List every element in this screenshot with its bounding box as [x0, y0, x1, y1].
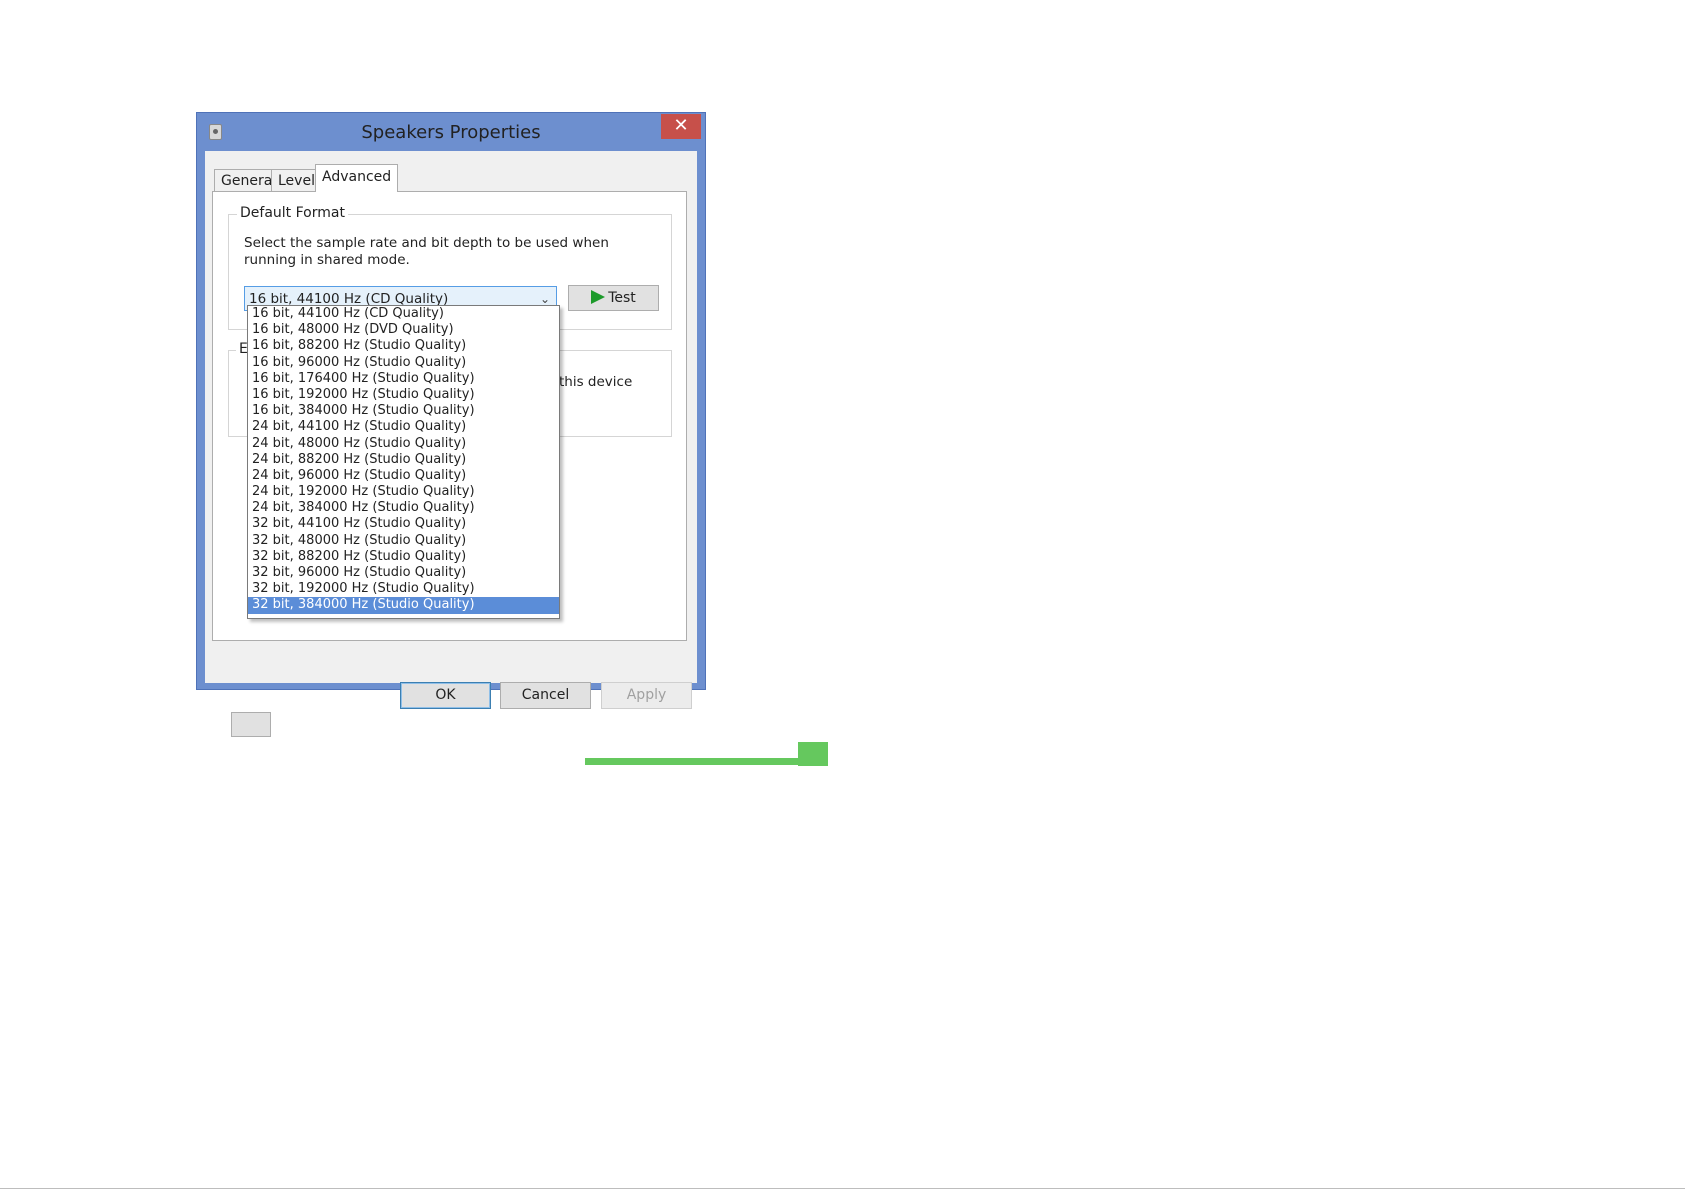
tab-advanced[interactable]: Advanced [315, 164, 399, 192]
exclusive-mode-text: this device [559, 374, 633, 390]
dropdown-option[interactable]: 32 bit, 192000 Hz (Studio Quality) [248, 581, 559, 597]
dropdown-option[interactable]: 16 bit, 48000 Hz (DVD Quality) [248, 322, 559, 338]
dropdown-option[interactable]: 24 bit, 192000 Hz (Studio Quality) [248, 484, 559, 500]
dropdown-option[interactable]: 24 bit, 384000 Hz (Studio Quality) [248, 500, 559, 516]
chevron-down-icon: ⌄ [539, 292, 550, 306]
default-format-label: Default Format [237, 205, 348, 221]
dropdown-option[interactable]: 16 bit, 96000 Hz (Studio Quality) [248, 355, 559, 371]
dropdown-option[interactable]: 32 bit, 88200 Hz (Studio Quality) [248, 549, 559, 565]
dropdown-option[interactable]: 16 bit, 384000 Hz (Studio Quality) [248, 403, 559, 419]
window-title: Speakers Properties [361, 122, 541, 143]
apply-button[interactable]: Apply [601, 682, 692, 709]
dropdown-option[interactable]: 32 bit, 96000 Hz (Studio Quality) [248, 565, 559, 581]
dropdown-option[interactable]: 16 bit, 176400 Hz (Studio Quality) [248, 371, 559, 387]
sample-rate-dropdown-list[interactable]: 16 bit, 44100 Hz (CD Quality) 16 bit, 480… [247, 305, 560, 619]
close-icon: ✕ [673, 115, 689, 136]
divider [0, 1188, 1685, 1189]
dropdown-option[interactable]: 24 bit, 88200 Hz (Studio Quality) [248, 452, 559, 468]
cancel-button[interactable]: Cancel [500, 682, 591, 709]
play-icon [591, 290, 606, 304]
dropdown-option[interactable]: 16 bit, 192000 Hz (Studio Quality) [248, 387, 559, 403]
progress-bar [585, 758, 828, 765]
test-button-label: Test [608, 290, 636, 306]
test-button[interactable]: Test [568, 285, 659, 311]
restore-defaults-button[interactable] [231, 712, 271, 737]
dropdown-option[interactable]: 16 bit, 44100 Hz (CD Quality) [248, 306, 559, 322]
dropdown-option[interactable]: 16 bit, 88200 Hz (Studio Quality) [248, 338, 559, 354]
default-format-description: Select the sample rate and bit depth to … [244, 235, 609, 268]
dropdown-option[interactable]: 24 bit, 48000 Hz (Studio Quality) [248, 436, 559, 452]
dropdown-option[interactable]: 32 bit, 44100 Hz (Studio Quality) [248, 516, 559, 532]
ok-button[interactable]: OK [400, 682, 491, 709]
title-bar[interactable]: Speakers Properties ✕ [197, 113, 705, 151]
dropdown-option[interactable]: 24 bit, 96000 Hz (Studio Quality) [248, 468, 559, 484]
dropdown-option[interactable]: 24 bit, 44100 Hz (Studio Quality) [248, 419, 559, 435]
dropdown-option[interactable]: 32 bit, 48000 Hz (Studio Quality) [248, 533, 559, 549]
close-button[interactable]: ✕ [661, 114, 701, 139]
dropdown-option[interactable]: 32 bit, 384000 Hz (Studio Quality) [248, 597, 559, 614]
progress-indicator [798, 742, 828, 766]
